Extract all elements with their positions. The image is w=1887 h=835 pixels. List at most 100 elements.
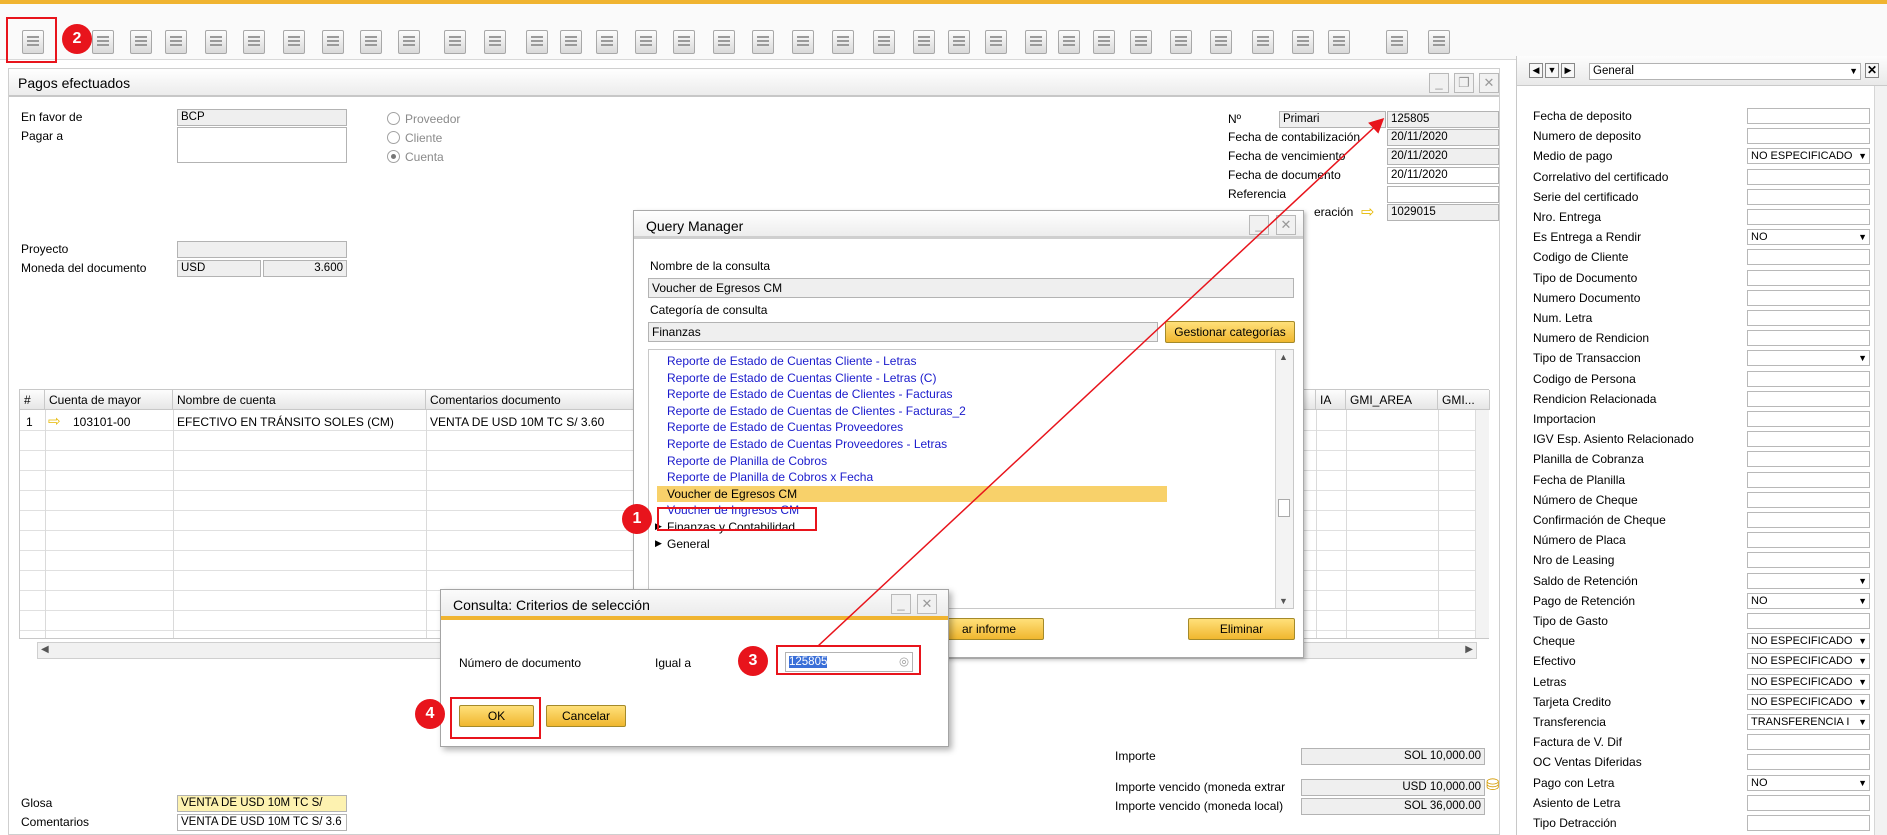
link-arrow-icon[interactable]: ⇨ bbox=[48, 412, 61, 430]
user-fields-icon[interactable] bbox=[1130, 30, 1152, 54]
udf-select[interactable]: NO ▼ bbox=[1747, 774, 1870, 791]
print-icon[interactable] bbox=[92, 30, 114, 54]
email-icon[interactable] bbox=[130, 30, 152, 54]
expand-icon[interactable]: ▶ bbox=[655, 538, 662, 549]
form-settings-icon[interactable] bbox=[1093, 30, 1115, 54]
link-arrow-icon[interactable]: ⇨ bbox=[1361, 202, 1374, 222]
udf-input[interactable] bbox=[1747, 552, 1870, 569]
udf-input[interactable] bbox=[1747, 188, 1870, 205]
find-icon[interactable] bbox=[444, 30, 466, 54]
minimize-button[interactable]: _ bbox=[891, 594, 911, 614]
sort-icon[interactable] bbox=[752, 30, 774, 54]
grid-header-gmi-area[interactable]: GMI_AREA bbox=[1346, 390, 1438, 410]
query-manager-icon[interactable] bbox=[1386, 30, 1408, 54]
transaccion-field[interactable]: 1029015 bbox=[1387, 204, 1499, 221]
udf-input[interactable] bbox=[1747, 390, 1870, 407]
first-record-icon[interactable] bbox=[526, 30, 548, 54]
udf-select[interactable]: NO ▼ bbox=[1747, 229, 1870, 246]
udf-input[interactable] bbox=[1747, 734, 1870, 751]
next-icon[interactable]: ▶ bbox=[1561, 63, 1575, 78]
udf-input[interactable] bbox=[1747, 289, 1870, 306]
udf-select[interactable]: NO ESPECIFICADO ▼ bbox=[1747, 653, 1870, 670]
numero-field[interactable]: 125805 bbox=[1387, 111, 1499, 128]
settings-icon[interactable] bbox=[1025, 30, 1047, 54]
referencia-field[interactable] bbox=[1387, 186, 1499, 203]
query-item[interactable]: Reporte de Estado de Cuentas de Clientes… bbox=[667, 404, 966, 418]
cuenta-radio[interactable] bbox=[387, 150, 400, 163]
tipo-cambio-field[interactable]: 3.600 bbox=[263, 260, 347, 277]
udf-input[interactable] bbox=[1747, 491, 1870, 508]
udf-select[interactable]: ▼ bbox=[1747, 350, 1870, 367]
categoria-consulta-field[interactable]: Finanzas bbox=[648, 322, 1158, 342]
udf-input[interactable] bbox=[1747, 431, 1870, 448]
export-pdf-icon[interactable] bbox=[322, 30, 344, 54]
query-item[interactable]: Reporte de Estado de Cuentas Cliente - L… bbox=[667, 371, 936, 385]
scroll-thumb[interactable] bbox=[1278, 499, 1290, 517]
add-icon[interactable] bbox=[484, 30, 506, 54]
udf-select[interactable]: NO ESPECIFICADO ▼ bbox=[1747, 693, 1870, 710]
udf-input[interactable] bbox=[1747, 108, 1870, 124]
query-list-scrollbar[interactable]: ▲ ▼ bbox=[1275, 350, 1293, 608]
udf-input[interactable] bbox=[1747, 249, 1870, 266]
close-icon[interactable]: ✕ bbox=[1865, 63, 1879, 78]
edit-icon[interactable] bbox=[1058, 30, 1080, 54]
spreadsheet-icon[interactable] bbox=[1252, 30, 1274, 54]
close-button[interactable]: ✕ bbox=[1479, 73, 1499, 93]
grid-header-gmi[interactable]: GMI... bbox=[1438, 390, 1490, 410]
scroll-right-icon[interactable]: ▶ bbox=[1465, 644, 1473, 655]
udf-category-select[interactable]: General ▼ bbox=[1589, 63, 1861, 80]
fecha-contabilizacion-field[interactable]: 20/11/2020 bbox=[1387, 129, 1499, 146]
query-item[interactable]: Reporte de Estado de Cuentas de Clientes… bbox=[667, 387, 953, 401]
launch-app-icon[interactable] bbox=[360, 30, 382, 54]
udf-input[interactable] bbox=[1747, 209, 1870, 225]
proveedor-radio[interactable] bbox=[387, 112, 400, 125]
fecha-documento-field[interactable]: 20/11/2020 bbox=[1387, 167, 1499, 184]
udf-select[interactable]: NO ▼ bbox=[1747, 592, 1870, 609]
udf-input[interactable] bbox=[1747, 310, 1870, 326]
lock-icon[interactable] bbox=[398, 30, 420, 54]
fecha-vencimiento-field[interactable]: 20/11/2020 bbox=[1387, 148, 1499, 165]
scroll-up-icon[interactable]: ▲ bbox=[1279, 352, 1288, 362]
maximize-button[interactable]: ❐ bbox=[1454, 73, 1474, 93]
filter-icon[interactable] bbox=[713, 30, 735, 54]
minimize-button[interactable]: _ bbox=[1429, 73, 1449, 93]
sms-icon[interactable] bbox=[165, 30, 187, 54]
udf-select[interactable]: NO ESPECIFICADO ▼ bbox=[1747, 673, 1870, 690]
udf-input[interactable] bbox=[1747, 370, 1870, 387]
udf-input[interactable] bbox=[1747, 613, 1870, 629]
udf-input[interactable] bbox=[1747, 411, 1870, 427]
close-button[interactable]: ✕ bbox=[917, 594, 937, 614]
target-document-icon[interactable] bbox=[832, 30, 854, 54]
document-flow-icon[interactable] bbox=[873, 30, 895, 54]
udf-input[interactable] bbox=[1747, 815, 1870, 831]
query-item[interactable]: Reporte de Planilla de Cobros x Fecha bbox=[667, 470, 873, 484]
scroll-left-icon[interactable]: ◀ bbox=[41, 644, 49, 655]
query-group[interactable]: General bbox=[667, 537, 710, 551]
gestionar-categorias-button[interactable]: Gestionar categorías bbox=[1165, 321, 1295, 343]
org-chart-icon[interactable] bbox=[1292, 30, 1314, 54]
query-item[interactable]: Reporte de Estado de Cuentas Proveedores bbox=[667, 420, 903, 434]
proyecto-field[interactable] bbox=[177, 241, 347, 258]
udf-select[interactable]: TRANSFERENCIA I ▼ bbox=[1747, 714, 1870, 730]
export-word-icon[interactable] bbox=[283, 30, 305, 54]
udf-input[interactable] bbox=[1747, 754, 1870, 771]
glosa-field[interactable]: VENTA DE USD 10M TC S/ bbox=[177, 795, 347, 812]
grid-header-cuenta[interactable]: Cuenta de mayor bbox=[45, 390, 173, 410]
next-record-icon[interactable] bbox=[596, 30, 618, 54]
ejecutar-informe-button[interactable]: ar informe bbox=[934, 618, 1044, 640]
query-item[interactable]: Voucher de Egresos CM bbox=[667, 487, 797, 501]
udf-input[interactable] bbox=[1747, 168, 1870, 185]
udf-input[interactable] bbox=[1747, 512, 1870, 528]
journal-icon[interactable] bbox=[948, 30, 970, 54]
grid-header-number[interactable]: # bbox=[20, 390, 45, 410]
last-record-icon[interactable] bbox=[635, 30, 657, 54]
base-document-icon[interactable] bbox=[792, 30, 814, 54]
chevron-down-icon[interactable]: ▼ bbox=[1545, 63, 1559, 78]
udf-panel-scrollbar[interactable] bbox=[1874, 86, 1887, 835]
udf-input[interactable] bbox=[1747, 471, 1870, 488]
eliminar-button[interactable]: Eliminar bbox=[1188, 618, 1295, 640]
comentarios-field[interactable]: VENTA DE USD 10M TC S/ 3.6 bbox=[177, 814, 347, 831]
query-item[interactable]: Reporte de Estado de Cuentas Proveedores… bbox=[667, 437, 947, 451]
close-button[interactable]: ✕ bbox=[1276, 215, 1296, 235]
fax-icon[interactable] bbox=[205, 30, 227, 54]
